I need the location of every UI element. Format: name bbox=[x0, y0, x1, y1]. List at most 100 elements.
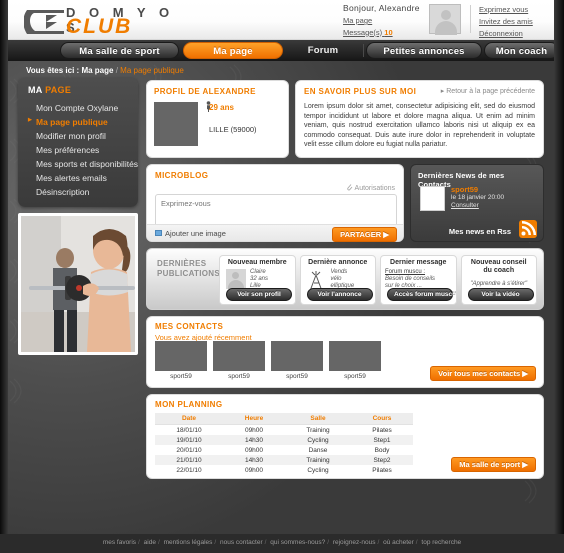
add-image-button[interactable]: Ajouter une image bbox=[155, 229, 226, 238]
planning-header-row: Date Heure Salle Cours bbox=[155, 413, 413, 425]
cell-salle: Training bbox=[285, 455, 351, 465]
sidebar: MA PAGE Mon Compte Oxylane Ma page publi… bbox=[18, 78, 138, 355]
news-author[interactable]: sport59 bbox=[451, 185, 478, 194]
cell-heure: 09h00 bbox=[244, 446, 264, 454]
breadcrumb: Vous êtes ici : Ma page / Ma page publiq… bbox=[26, 66, 184, 75]
publications-label-line2: PUBLICATIONS bbox=[157, 269, 221, 278]
breadcrumb-prefix: Vous êtes ici : bbox=[26, 66, 80, 75]
footer-link-mentions-legales[interactable]: mentions légales bbox=[164, 539, 213, 546]
footer-link-mes-favoris[interactable]: mes favoris bbox=[103, 539, 136, 546]
watch-video-button[interactable]: Voir la vidéo bbox=[467, 288, 534, 301]
new-member-age: 32 ans bbox=[250, 276, 269, 282]
view-profile-button[interactable]: Voir son profil bbox=[226, 288, 292, 301]
back-link[interactable]: ▸ Retour à la page précédente bbox=[441, 87, 535, 95]
planning-table: Date Heure Salle Cours 18/01/10 09h00 Tr… bbox=[155, 413, 413, 475]
profile-photo[interactable] bbox=[154, 102, 198, 146]
nav-item-ma-salle-de-sport[interactable]: Ma salle de sport bbox=[60, 42, 179, 59]
nav-item-forum[interactable]: Forum bbox=[287, 42, 359, 59]
planning-card: MON PLANNING Date Heure Salle Cours 18/0… bbox=[146, 394, 544, 479]
footer-link-nous-contacter[interactable]: nous contacter bbox=[220, 539, 263, 546]
contacts-thumbnails: sport59 sport59 sport59 sport59 bbox=[155, 341, 381, 380]
contact-photo[interactable] bbox=[213, 341, 265, 371]
view-ad-button[interactable]: Voir l'annonce bbox=[306, 288, 373, 301]
publications-label-line1: DERNIÈRES bbox=[157, 259, 207, 268]
coach-tip-title-line1: Nouveau conseil bbox=[470, 259, 527, 266]
contact-photo[interactable] bbox=[155, 341, 207, 371]
new-member-avatar-head-icon bbox=[232, 272, 239, 279]
contact-item[interactable]: sport59 bbox=[271, 341, 323, 380]
nav-item-petites-annonces-pill[interactable]: Petites annonces bbox=[366, 42, 482, 59]
image-icon bbox=[155, 230, 162, 236]
breadcrumb-parent[interactable]: Ma page bbox=[81, 66, 113, 75]
sidebar-item-desinscription[interactable]: Désinscription bbox=[18, 185, 138, 199]
sidebar-item-mes-alertes-emails[interactable]: Mes alertes emails bbox=[18, 171, 138, 185]
add-image-label: Ajouter une image bbox=[165, 229, 226, 238]
news-consult-link[interactable]: Consulter bbox=[451, 202, 479, 209]
contact-item[interactable]: sport59 bbox=[155, 341, 207, 380]
cell-date: 21/01/10 bbox=[155, 455, 223, 465]
footer-link-top-recherche[interactable]: top recherche bbox=[421, 539, 461, 546]
forum-link[interactable]: Forum muscu : bbox=[385, 269, 425, 275]
sidebar-title-second: PAGE bbox=[45, 85, 72, 95]
permissions-label: Autorisations bbox=[354, 185, 395, 192]
sidebar-title-first: MA bbox=[28, 85, 43, 95]
cell-date: 20/01/10 bbox=[176, 446, 202, 454]
sidebar-item-modifier-mon-profil[interactable]: Modifier mon profil bbox=[18, 129, 138, 143]
contact-item[interactable]: sport59 bbox=[213, 341, 265, 380]
planning-col-salle: Salle bbox=[285, 413, 351, 425]
planning-heading: MON PLANNING bbox=[155, 400, 223, 409]
messages-link[interactable]: Message(s) 10 bbox=[343, 28, 439, 37]
share-button[interactable]: PARTAGER ▶ bbox=[332, 227, 397, 242]
messages-count: 10 bbox=[384, 27, 393, 37]
footer-link-aide[interactable]: aide bbox=[144, 539, 156, 546]
publication-card-last-message: Dernier message Forum muscu : Besoin de … bbox=[380, 255, 457, 305]
sidebar-item-mes-preferences[interactable]: Mes préférences bbox=[18, 143, 138, 157]
contact-name: sport59 bbox=[170, 373, 192, 380]
contact-item[interactable]: sport59 bbox=[329, 341, 381, 380]
last-ad-info: Vends vélo elliptique bbox=[331, 269, 355, 290]
about-text: Lorem ipsum dolor sit amet, consectetur … bbox=[304, 103, 535, 148]
rss-icon[interactable] bbox=[519, 220, 537, 238]
gym-button[interactable]: Ma salle de sport ▶ bbox=[451, 457, 536, 472]
footer-link-rejoignez-nous[interactable]: rejoignez-nous bbox=[333, 539, 376, 546]
view-all-contacts-button[interactable]: Voir tous mes contacts ▶ bbox=[430, 366, 536, 381]
contacts-card: MES CONTACTS Vous avez ajouté récemment … bbox=[146, 316, 544, 388]
breadcrumb-current: Ma page publique bbox=[120, 66, 184, 75]
profile-heading: PROFIL DE ALEXANDRE bbox=[154, 87, 256, 96]
logo-text-bottom: CLUB bbox=[66, 15, 133, 38]
cell-salle: Cycling bbox=[285, 435, 351, 445]
my-page-link[interactable]: Ma page bbox=[343, 16, 439, 25]
cell-heure: 09h00 bbox=[244, 426, 264, 434]
express-yourself-link[interactable]: Exprimez vous bbox=[479, 5, 533, 14]
forum-access-button[interactable]: Accès forum muscu bbox=[387, 288, 456, 301]
publication-card-new-member: Nouveau membre Claire 32 ans Lille Voir … bbox=[219, 255, 296, 305]
publication-card-coach-tip: Nouveau conseil du coach "Apprendre à s'… bbox=[460, 255, 537, 305]
logout-link[interactable]: Déconnexion bbox=[479, 29, 533, 38]
contact-photo[interactable] bbox=[329, 341, 381, 371]
nav-item-ma-page[interactable]: Ma page bbox=[183, 42, 283, 59]
footer-link-qui-sommes-nous[interactable]: qui sommes-nous? bbox=[270, 539, 325, 546]
site-logo[interactable]: D O M Y O S CLUB bbox=[22, 3, 192, 38]
microblog-input[interactable] bbox=[155, 194, 397, 228]
cell-cours: Body bbox=[374, 446, 390, 454]
sidebar-item-mes-sports[interactable]: Mes sports et disponibilités bbox=[18, 157, 138, 171]
contact-photo[interactable] bbox=[271, 341, 323, 371]
invite-friends-link[interactable]: Invitez des amis bbox=[479, 17, 533, 26]
cell-cours: Step1 bbox=[351, 435, 413, 445]
right-frame-edge bbox=[554, 0, 564, 534]
sidebar-item-mon-compte-oxylane[interactable]: Mon Compte Oxylane bbox=[18, 101, 138, 115]
microblog-card: MICROBLOG Autorisations Ajouter une imag… bbox=[146, 164, 404, 242]
cell-salle: Cycling bbox=[307, 466, 329, 474]
avatar-body-icon bbox=[435, 21, 457, 35]
news-thumbnail[interactable] bbox=[420, 186, 445, 211]
avatar[interactable] bbox=[429, 4, 461, 35]
last-message-title: Dernier message bbox=[390, 259, 447, 266]
new-member-title: Nouveau membre bbox=[227, 259, 287, 266]
planning-col-date: Date bbox=[155, 413, 223, 425]
footer-link-ou-acheter[interactable]: où acheter bbox=[383, 539, 414, 546]
sidebar-item-ma-page-publique[interactable]: Ma page publique bbox=[18, 115, 138, 129]
nav-item-mon-coach[interactable]: Mon coach bbox=[484, 42, 559, 59]
permissions-link[interactable]: Autorisations bbox=[346, 183, 395, 192]
news-date: le 18 janvier 20:00 bbox=[451, 194, 505, 201]
cell-cours: Pilates bbox=[372, 466, 392, 474]
